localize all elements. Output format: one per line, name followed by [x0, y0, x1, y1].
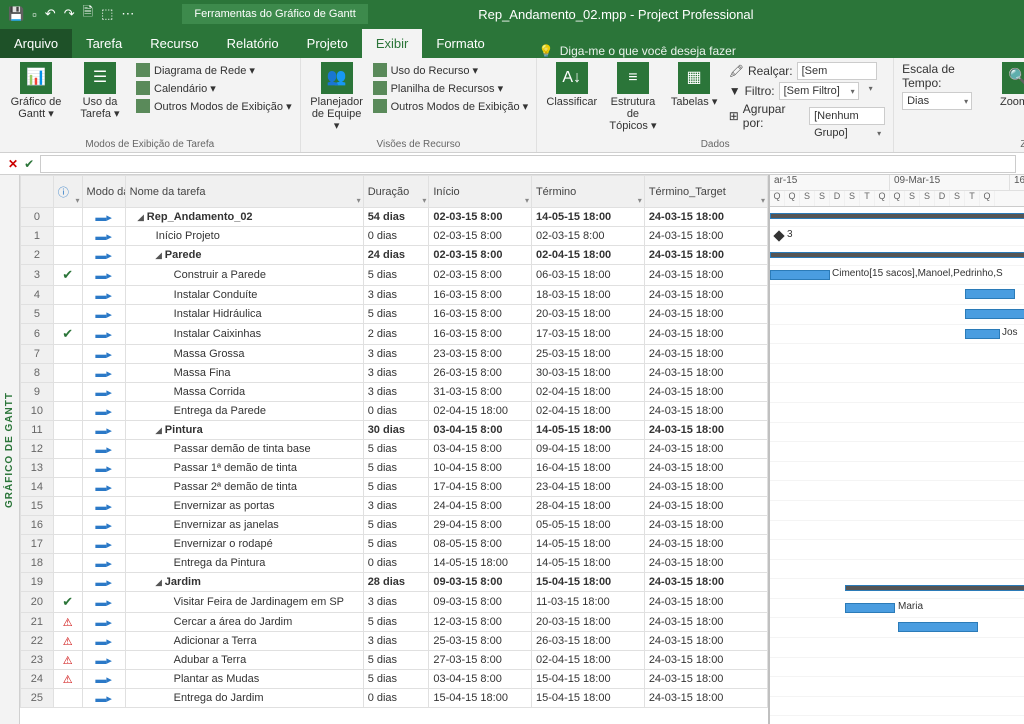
save-icon[interactable]: 💾 [8, 6, 24, 22]
cancel-icon[interactable]: ✕ [8, 157, 18, 171]
redo-icon[interactable]: ↷ [64, 6, 75, 22]
task-row[interactable]: 21⚠▬▸Cercar a área do Jardim5 dias12-03-… [21, 613, 768, 632]
tab-formato[interactable]: Formato [422, 29, 498, 58]
undo-icon[interactable]: ↶ [45, 6, 56, 22]
task-row[interactable]: 14▬▸Passar 2ª demão de tinta5 dias17-04-… [21, 478, 768, 497]
tab-tarefa[interactable]: Tarefa [72, 29, 136, 58]
col-finish[interactable]: Término▾ [531, 176, 644, 208]
col-indicator[interactable]: ⓘ▾ [53, 176, 82, 208]
col-target[interactable]: Término_Target▾ [644, 176, 767, 208]
task-row[interactable]: 8▬▸Massa Fina3 dias26-03-15 8:0030-03-15… [21, 364, 768, 383]
resource-sheet-button[interactable]: Planilha de Recursos ▾ [373, 80, 529, 96]
tables-button[interactable]: ▦Tabelas ▾ [668, 62, 721, 108]
task-row[interactable]: 9▬▸Massa Corrida3 dias31-03-15 8:0002-04… [21, 383, 768, 402]
ribbon-tabs: Arquivo TarefaRecursoRelatórioProjetoExi… [0, 28, 1024, 58]
task-row[interactable]: 23⚠▬▸Adubar a Terra5 dias27-03-15 8:0002… [21, 651, 768, 670]
tab-exibir[interactable]: Exibir [362, 29, 423, 58]
col-duration[interactable]: Duração▾ [363, 176, 429, 208]
view-bar[interactable]: GRÁFICO DE GANTT [0, 175, 20, 724]
task-row[interactable]: 11▬▸Pintura30 dias03-04-15 8:0014-05-15 … [21, 421, 768, 440]
new-icon[interactable]: ▫ [32, 7, 37, 22]
tab-recurso[interactable]: Recurso [136, 29, 212, 58]
entry-bar: ✕ ✔ [0, 153, 1024, 175]
contextual-tab-label: Ferramentas do Gráfico de Gantt [182, 4, 367, 24]
more-icon[interactable]: ⋯ [121, 6, 134, 22]
task-row[interactable]: 1▬▸Início Projeto0 dias02-03-15 8:0002-0… [21, 227, 768, 246]
task-row[interactable]: 6✔▬▸Instalar Caixinhas2 dias16-03-15 8:0… [21, 324, 768, 345]
task-row[interactable]: 25▬▸Entrega do Jardim0 dias15-04-15 18:0… [21, 689, 768, 708]
col-rownum[interactable] [21, 176, 54, 208]
col-start[interactable]: Início▾ [429, 176, 532, 208]
task-row[interactable]: 22⚠▬▸Adicionar a Terra3 dias25-03-15 8:0… [21, 632, 768, 651]
zoom-button[interactable]: 🔍Zoom ▾ [994, 62, 1024, 108]
task-row[interactable]: 0▬▸Rep_Andamento_0254 dias02-03-15 8:001… [21, 208, 768, 227]
resource-usage-button[interactable]: Uso do Recurso ▾ [373, 62, 529, 78]
calendar-button[interactable]: Calendário ▾ [136, 80, 292, 96]
bulb-icon: 💡 [539, 44, 554, 58]
col-name[interactable]: Nome da tarefa▾ [125, 176, 363, 208]
accept-icon[interactable]: ✔ [24, 157, 34, 171]
task-row[interactable]: 20✔▬▸Visitar Feira de Jardinagem em SP3 … [21, 592, 768, 613]
tab-projeto[interactable]: Projeto [293, 29, 362, 58]
task-row[interactable]: 4▬▸Instalar Conduíte3 dias16-03-15 8:001… [21, 286, 768, 305]
task-row[interactable]: 15▬▸Envernizar as portas3 dias24-04-15 8… [21, 497, 768, 516]
col-mode[interactable]: Modo da [82, 176, 125, 208]
highlight-select[interactable]: [Sem Realce] [797, 62, 877, 80]
groupby-select[interactable]: [Nenhum Grupo] [809, 107, 885, 125]
task-row[interactable]: 5▬▸Instalar Hidráulica5 dias16-03-15 8:0… [21, 305, 768, 324]
task-row[interactable]: 2▬▸Parede24 dias02-03-15 8:0002-04-15 18… [21, 246, 768, 265]
task-row[interactable]: 19▬▸Jardim28 dias09-03-15 8:0015-04-15 1… [21, 573, 768, 592]
gantt-chart[interactable]: ar-1509-Mar-1516-Mar-15 QQSSDSTQQSSDSTQ … [770, 175, 1024, 724]
filter-select[interactable]: [Sem Filtro] [779, 82, 859, 100]
file-tab[interactable]: Arquivo [0, 29, 72, 58]
task-row[interactable]: 17▬▸Envernizar o rodapé5 dias08-05-15 8:… [21, 535, 768, 554]
entry-field[interactable] [40, 155, 1016, 173]
task-row[interactable]: 18▬▸Entrega da Pintura0 dias14-05-15 18:… [21, 554, 768, 573]
task-row[interactable]: 3✔▬▸Construir a Parede5 dias02-03-15 8:0… [21, 265, 768, 286]
team-planner-button[interactable]: 👥Planejador de Equipe ▾ [309, 62, 365, 132]
sort-button[interactable]: A↓Classificar [545, 62, 598, 108]
task-row[interactable]: 13▬▸Passar 1ª demão de tinta5 dias10-04-… [21, 459, 768, 478]
link-icon[interactable]: ⬚ [101, 6, 113, 22]
other-views-button[interactable]: Outros Modos de Exibição ▾ [136, 98, 292, 114]
task-grid[interactable]: ⓘ▾ Modo da Nome da tarefa▾ Duração▾ Iníc… [20, 175, 770, 724]
task-row[interactable]: 24⚠▬▸Plantar as Mudas5 dias03-04-15 8:00… [21, 670, 768, 689]
doc-icon[interactable]: 🗎 [83, 3, 93, 25]
task-row[interactable]: 10▬▸Entrega da Parede0 dias02-04-15 18:0… [21, 402, 768, 421]
gantt-chart-button[interactable]: 📊Gráfico de Gantt ▾ [8, 62, 64, 120]
ribbon: 📊Gráfico de Gantt ▾ ☰Uso da Tarefa ▾ Dia… [0, 58, 1024, 153]
task-row[interactable]: 16▬▸Envernizar as janelas5 dias29-04-15 … [21, 516, 768, 535]
window-title: Rep_Andamento_02.mpp - Project Professio… [368, 7, 1024, 22]
network-diagram-button[interactable]: Diagrama de Rede ▾ [136, 62, 292, 78]
task-row[interactable]: 7▬▸Massa Grossa3 dias23-03-15 8:0025-03-… [21, 345, 768, 364]
timescale-select[interactable]: Dias [902, 92, 972, 110]
other-resource-views-button[interactable]: Outros Modos de Exibição ▾ [373, 98, 529, 114]
title-bar: 💾 ▫ ↶ ↷ 🗎 ⬚ ⋯ Ferramentas do Gráfico de … [0, 0, 1024, 28]
tell-me-search[interactable]: 💡 Diga-me o que você deseja fazer [539, 44, 736, 58]
task-row[interactable]: 12▬▸Passar demão de tinta base5 dias03-0… [21, 440, 768, 459]
task-usage-button[interactable]: ☰Uso da Tarefa ▾ [72, 62, 128, 120]
tab-relatório[interactable]: Relatório [213, 29, 293, 58]
outline-button[interactable]: ≡Estrutura de Tópicos ▾ [606, 62, 659, 132]
